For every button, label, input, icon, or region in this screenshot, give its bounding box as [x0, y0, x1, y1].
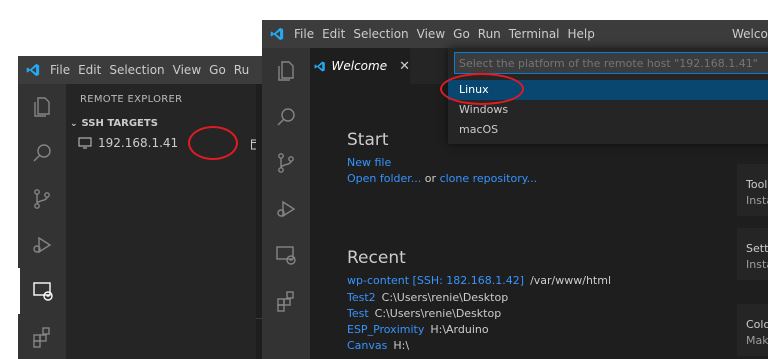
remote-explorer-icon — [33, 282, 53, 301]
menu-file[interactable]: File — [50, 63, 78, 77]
menu-run[interactable]: Ru — [234, 63, 257, 77]
menu-selection[interactable]: Selection — [109, 63, 172, 77]
menu-terminal[interactable]: Terminal — [509, 27, 568, 41]
recent-item[interactable]: ESP_Proximity H:\Arduino — [347, 323, 489, 336]
vscode-logo-icon — [26, 63, 40, 77]
tab-label: Welcome — [331, 59, 388, 73]
back-vscode-window: File Edit Selection View Go Ru REMOTE EX… — [18, 56, 298, 359]
open-folder-link[interactable]: Open folder... — [347, 172, 421, 185]
highlight-ring-new-window — [188, 126, 238, 160]
search-activity[interactable] — [262, 94, 310, 140]
highlight-ring-linux — [440, 73, 524, 105]
open-folder-row: Open folder... or clone repository... — [347, 172, 537, 185]
menu-view[interactable]: View — [173, 63, 209, 77]
extensions-icon — [277, 291, 294, 312]
run-debug-activity[interactable] — [18, 222, 66, 268]
extensions-icon — [33, 327, 50, 348]
explorer-activity[interactable] — [18, 84, 66, 130]
remote-explorer-activity[interactable] — [18, 268, 66, 314]
search-icon — [33, 144, 51, 162]
extensions-activity[interactable] — [262, 278, 310, 324]
card-subtitle: Mak — [746, 334, 768, 347]
card-tools[interactable]: Tool Insta — [737, 164, 768, 216]
files-icon — [278, 61, 294, 81]
search-activity[interactable] — [18, 130, 66, 176]
recent-path: /var/www/html — [530, 274, 611, 287]
vscode-tab-icon — [314, 60, 325, 72]
menu-edit[interactable]: Edit — [322, 27, 353, 41]
recent-name[interactable]: wp-content [SSH: 182.168.1.42] — [347, 274, 524, 287]
menu-go[interactable]: Go — [453, 27, 478, 41]
recent-path: H:\Arduino — [430, 323, 489, 336]
search-icon — [277, 108, 295, 126]
sidebar-title: REMOTE EXPLORER — [80, 94, 183, 105]
chevron-down-icon: ⌄ — [70, 118, 78, 129]
monitor-icon — [78, 137, 92, 149]
window-title: Welcom — [732, 27, 768, 41]
clone-repository-link[interactable]: clone repository... — [440, 172, 538, 185]
remote-explorer-sidebar: REMOTE EXPLORER ⌄ SSH TARGETS 192.168.1.… — [66, 84, 264, 359]
platform-input[interactable] — [454, 52, 768, 74]
card-subtitle: Insta — [746, 258, 768, 271]
explorer-activity[interactable] — [262, 48, 310, 94]
recent-name[interactable]: Test2 — [347, 291, 376, 304]
menu-file[interactable]: File — [294, 27, 322, 41]
recent-name[interactable]: ESP_Proximity — [347, 323, 424, 336]
menu-selection[interactable]: Selection — [353, 27, 416, 41]
source-control-activity[interactable] — [18, 176, 66, 222]
recent-name[interactable]: Test — [347, 307, 369, 320]
card-color[interactable]: Colo Mak — [737, 304, 768, 356]
section-header-label: SSH TARGETS — [81, 118, 158, 129]
recent-heading: Recent — [347, 248, 406, 268]
recent-path: H:\ — [393, 339, 410, 352]
source-control-icon — [34, 189, 50, 209]
card-subtitle: Insta — [746, 194, 768, 207]
activity-bar — [18, 84, 66, 359]
new-file-link[interactable]: New file — [347, 156, 391, 169]
recent-item[interactable]: Canvas H:\ — [347, 339, 409, 352]
menu-edit[interactable]: Edit — [78, 63, 109, 77]
run-debug-icon — [277, 200, 296, 218]
recent-item[interactable]: wp-content [SSH: 182.168.1.42] /var/www/h… — [347, 274, 611, 287]
title-bar: File Edit Selection View Go Run Terminal… — [262, 20, 768, 48]
extensions-activity[interactable] — [18, 314, 66, 359]
card-settings[interactable]: Setti Insta — [737, 228, 768, 280]
menu-run[interactable]: Run — [478, 27, 509, 41]
ssh-targets-section[interactable]: ⌄ SSH TARGETS — [70, 118, 158, 129]
option-macos[interactable]: macOS — [448, 120, 768, 140]
title-bar: File Edit Selection View Go Ru — [18, 56, 298, 84]
menu-go[interactable]: Go — [209, 63, 234, 77]
menu-bar: File Edit Selection View Go Run Terminal… — [294, 27, 603, 41]
recent-path: C:\Users\renie\Desktop — [374, 307, 502, 320]
menu-help[interactable]: Help — [568, 27, 603, 41]
run-debug-icon — [33, 236, 52, 254]
remote-explorer-icon — [276, 246, 296, 265]
tab-welcome[interactable]: Welcome ✕ — [310, 48, 410, 84]
host-label: 192.168.1.41 — [98, 136, 179, 150]
new-file-row: New file — [347, 156, 391, 169]
recent-name[interactable]: Canvas — [347, 339, 387, 352]
run-debug-activity[interactable] — [262, 186, 310, 232]
card-title: Setti — [746, 242, 768, 255]
start-heading: Start — [347, 130, 389, 150]
files-icon — [34, 97, 50, 117]
menu-bar: File Edit Selection View Go Ru — [50, 63, 257, 77]
menu-view[interactable]: View — [417, 27, 453, 41]
source-control-icon — [278, 153, 294, 173]
activity-bar — [262, 48, 310, 359]
close-icon[interactable]: ✕ — [399, 59, 410, 74]
recent-item[interactable]: Test C:\Users\renie\Desktop — [347, 307, 501, 320]
or-text: or — [424, 172, 437, 185]
recent-item[interactable]: Test2 C:\Users\renie\Desktop — [347, 291, 508, 304]
card-title: Colo — [746, 318, 768, 331]
source-control-activity[interactable] — [262, 140, 310, 186]
remote-explorer-activity[interactable] — [262, 232, 310, 278]
recent-path: C:\Users\renie\Desktop — [381, 291, 509, 304]
card-title: Tool — [746, 178, 768, 191]
vscode-logo-icon — [270, 27, 284, 41]
